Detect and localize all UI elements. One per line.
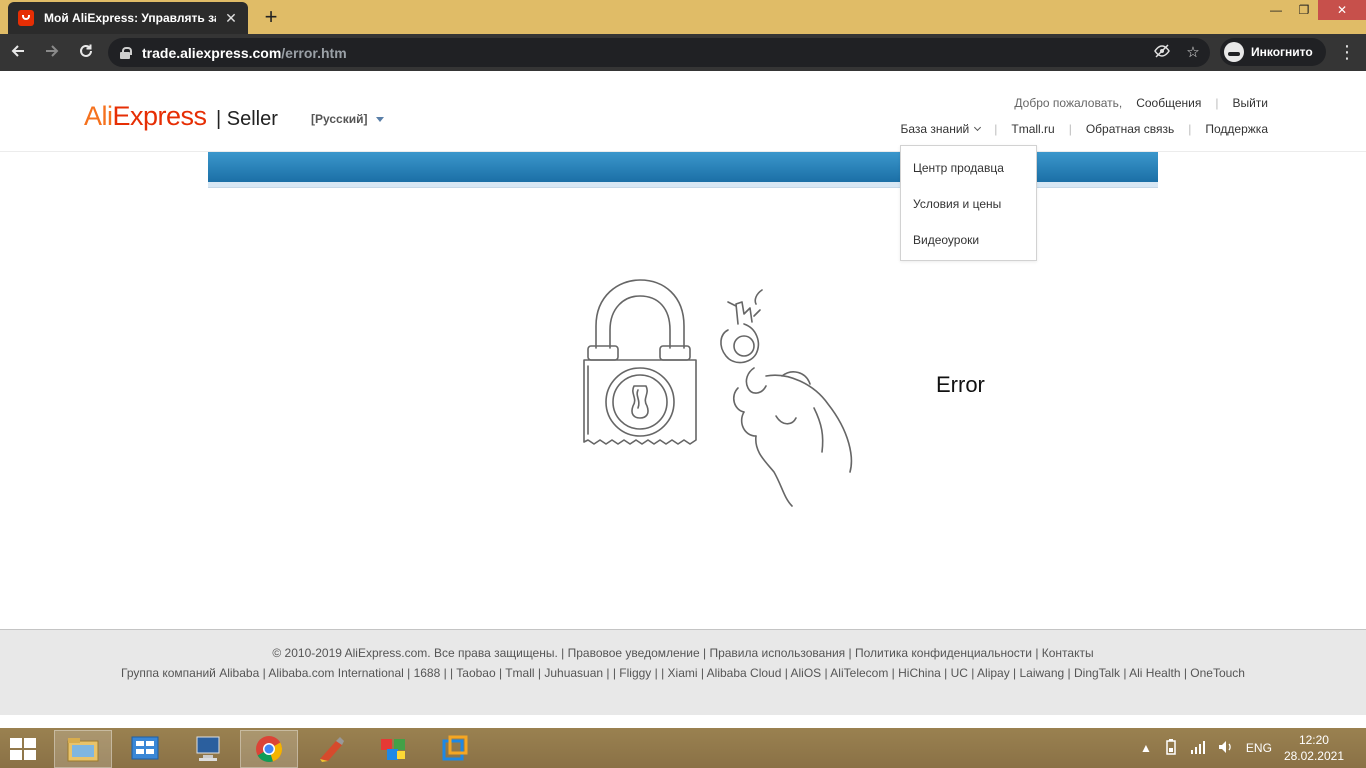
bookmark-star-icon[interactable]: ☆ bbox=[1183, 43, 1203, 63]
ccleaner-icon[interactable] bbox=[302, 730, 360, 768]
volume-icon[interactable] bbox=[1218, 740, 1234, 757]
address-bar[interactable]: trade.aliexpress.com/error.htm ☆ bbox=[108, 38, 1210, 67]
separator: | bbox=[1215, 96, 1219, 110]
lock-icon[interactable] bbox=[120, 46, 132, 59]
signal-icon[interactable] bbox=[1190, 740, 1206, 757]
knowledge-base-label: База знаний bbox=[900, 122, 970, 136]
incognito-badge[interactable]: Инкогнито bbox=[1220, 38, 1326, 66]
browser-tab[interactable]: Мой AliExpress: Управлять зак ✕ bbox=[8, 2, 248, 34]
error-message: Error bbox=[936, 372, 985, 397]
browser-toolbar: trade.aliexpress.com/error.htm ☆ bbox=[0, 34, 1366, 71]
knowledge-base-menu[interactable]: База знаний bbox=[900, 122, 982, 136]
incognito-icon bbox=[1224, 42, 1244, 62]
url-host: trade.aliexpress.com bbox=[142, 44, 282, 61]
windows-start-icon[interactable] bbox=[10, 738, 38, 760]
welcome-text: Добро пожаловать, bbox=[1014, 96, 1123, 110]
virtualbox-icon[interactable] bbox=[426, 730, 484, 768]
seller-label: | Seller bbox=[216, 108, 278, 130]
battery-icon[interactable] bbox=[1164, 738, 1178, 758]
new-tab-button[interactable]: + bbox=[258, 4, 284, 30]
aliexpress-logo[interactable]: Ali Express bbox=[84, 101, 207, 132]
clock-time: 12:20 bbox=[1298, 733, 1329, 747]
input-language[interactable]: ENG bbox=[1246, 741, 1272, 755]
tab-title: Мой AliExpress: Управлять зак bbox=[44, 11, 216, 25]
header-nav: База знаний | Tmall.ru | Обратная связь … bbox=[900, 122, 1268, 136]
separator: | bbox=[1188, 122, 1192, 136]
browser-tab-strip: Мой AliExpress: Управлять зак ✕ + — ❐ ✕ bbox=[0, 0, 1366, 34]
separator: | bbox=[994, 122, 998, 136]
chevron-down-icon bbox=[974, 123, 982, 132]
window-controls: — ❐ ✕ bbox=[1262, 0, 1366, 20]
support-link[interactable]: Поддержка bbox=[1205, 122, 1268, 136]
dropdown-item-video-tutorials[interactable]: Видеоуроки bbox=[901, 222, 1036, 258]
system-tray: ▲ ENG 12:20 28.02.2021 bbox=[1140, 728, 1366, 768]
forward-arrow-icon[interactable] bbox=[36, 37, 68, 69]
app-cubes-icon[interactable] bbox=[364, 730, 422, 768]
chrome-icon[interactable] bbox=[240, 730, 298, 768]
feedback-link[interactable]: Обратная связь bbox=[1086, 122, 1174, 136]
restore-button[interactable]: ❐ bbox=[1290, 0, 1318, 20]
language-label: [Русский] bbox=[311, 112, 368, 126]
knowledge-base-dropdown: Центр продавца Условия и цены Видеоуроки bbox=[900, 145, 1037, 261]
control-panel-icon[interactable] bbox=[116, 730, 174, 768]
logout-link[interactable]: Выйти bbox=[1232, 96, 1268, 110]
aliexpress-favicon-icon bbox=[18, 10, 34, 26]
file-explorer-icon[interactable] bbox=[54, 730, 112, 768]
footer-group-links[interactable]: Группа компаний Alibaba | Alibaba.com In… bbox=[0, 666, 1366, 680]
footer-legal-links[interactable]: © 2010-2019 AliExpress.com. Все права за… bbox=[0, 646, 1366, 660]
eye-slash-icon[interactable] bbox=[1152, 43, 1172, 63]
clock-date: 28.02.2021 bbox=[1283, 749, 1344, 763]
logo-ali: Ali bbox=[84, 101, 113, 131]
user-links: Добро пожаловать, Сообщения | Выйти bbox=[1014, 96, 1268, 110]
computer-icon[interactable] bbox=[178, 730, 236, 768]
browser-menu-icon[interactable]: ⋮ bbox=[1337, 40, 1357, 64]
messages-link[interactable]: Сообщения bbox=[1136, 96, 1201, 110]
dropdown-item-seller-center[interactable]: Центр продавца bbox=[901, 150, 1036, 186]
windows-taskbar: ▲ ENG 12:20 28.02.2021 bbox=[0, 728, 1366, 768]
tmall-link[interactable]: Tmall.ru bbox=[1011, 122, 1054, 136]
separator: | bbox=[1068, 122, 1072, 136]
language-selector[interactable]: [Русский] bbox=[311, 112, 385, 126]
tray-expand-icon[interactable]: ▲ bbox=[1140, 741, 1152, 755]
dropdown-item-terms-prices[interactable]: Условия и цены bbox=[901, 186, 1036, 222]
incognito-label: Инкогнито bbox=[1251, 45, 1313, 59]
close-window-button[interactable]: ✕ bbox=[1318, 0, 1366, 20]
reload-icon[interactable] bbox=[70, 37, 102, 69]
clock[interactable]: 12:20 28.02.2021 bbox=[1284, 732, 1344, 764]
page-footer: © 2010-2019 AliExpress.com. Все права за… bbox=[0, 629, 1366, 715]
minimize-button[interactable]: — bbox=[1262, 0, 1290, 20]
url-path: /error.htm bbox=[281, 44, 347, 61]
back-arrow-icon[interactable] bbox=[2, 37, 34, 69]
caret-down-icon bbox=[376, 116, 385, 122]
tab-close-icon[interactable]: ✕ bbox=[224, 10, 238, 27]
logo-express: Express bbox=[112, 101, 208, 131]
lock-and-key-illustration bbox=[583, 279, 853, 507]
